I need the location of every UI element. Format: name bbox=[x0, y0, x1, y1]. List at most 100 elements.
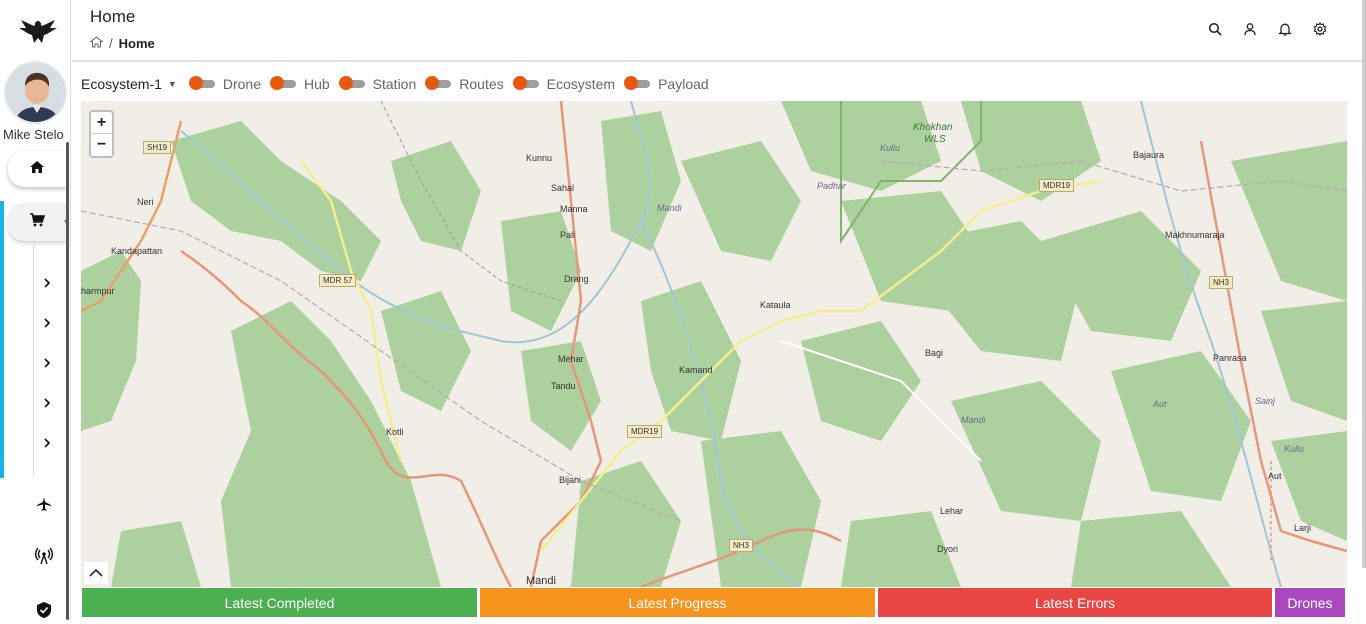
antenna-icon bbox=[35, 547, 53, 570]
scroll-up-button[interactable] bbox=[84, 562, 108, 584]
top-header: Home / Home bbox=[72, 0, 1362, 62]
map-label: Makhnumaraja bbox=[1165, 230, 1225, 240]
map-label: Mandi bbox=[526, 575, 556, 587]
page-title: Home bbox=[90, 7, 136, 26]
switch[interactable] bbox=[338, 76, 365, 90]
map-label: Neri bbox=[137, 197, 154, 207]
map-label: Sahal bbox=[551, 183, 575, 193]
map-label: Mandi bbox=[657, 203, 682, 213]
sidebar-scrollbar[interactable] bbox=[66, 142, 69, 620]
toggle-label: Payload bbox=[658, 76, 709, 92]
chevron-right-icon bbox=[43, 275, 51, 293]
ecosystem-select-value: Ecosystem-1 bbox=[81, 76, 162, 92]
switch[interactable] bbox=[188, 76, 215, 90]
map-label: Dyori bbox=[937, 544, 959, 554]
zoom-control: + − bbox=[89, 110, 114, 158]
map-label: Aut bbox=[1153, 399, 1167, 409]
submenu-item-3[interactable] bbox=[40, 357, 54, 371]
nav-network-button[interactable] bbox=[34, 547, 54, 570]
map-label: Larji bbox=[1294, 523, 1312, 533]
user-icon[interactable] bbox=[1242, 21, 1258, 37]
toggle-drone[interactable]: Drone bbox=[188, 76, 261, 92]
zoom-out-button[interactable]: − bbox=[91, 134, 112, 156]
map-label: Drang bbox=[564, 274, 589, 284]
ecosystem-select[interactable]: Ecosystem-1 ▼ bbox=[81, 76, 177, 92]
home-outline-icon[interactable] bbox=[89, 36, 104, 51]
map-label: Kunnu bbox=[526, 153, 553, 163]
submenu-item-4[interactable] bbox=[40, 397, 54, 411]
map-label: Tandu bbox=[551, 381, 576, 391]
active-menu-indicator bbox=[0, 201, 4, 478]
drones-tab[interactable]: Drones bbox=[1275, 588, 1345, 617]
latest-progress-tab[interactable]: Latest Progress bbox=[480, 588, 875, 617]
switch[interactable] bbox=[624, 76, 651, 90]
latest-completed-tab[interactable]: Latest Completed bbox=[82, 588, 477, 617]
map-label: Sainj bbox=[1255, 396, 1276, 406]
nav-home-button[interactable] bbox=[8, 151, 66, 187]
user-name: Mike Stelo bbox=[3, 127, 64, 142]
map-tiles bbox=[81, 101, 1347, 587]
gear-icon[interactable] bbox=[1312, 21, 1328, 37]
toggle-label: Station bbox=[372, 76, 417, 92]
toggle-label: Hub bbox=[303, 76, 330, 92]
chevron-up-icon bbox=[89, 564, 103, 582]
road-shield: MDR19 bbox=[627, 425, 663, 438]
road-shield: MDR19 bbox=[1039, 179, 1075, 192]
chevron-right-icon bbox=[43, 395, 51, 413]
map-label: Kullu bbox=[1284, 444, 1305, 454]
road-shield: NH3 bbox=[1209, 276, 1234, 289]
home-icon bbox=[29, 160, 45, 179]
avatar[interactable] bbox=[4, 61, 67, 124]
bell-icon[interactable] bbox=[1277, 21, 1293, 37]
toggle-label: Drone bbox=[222, 76, 261, 92]
toggle-station[interactable]: Station bbox=[338, 76, 417, 92]
switch[interactable] bbox=[425, 76, 452, 90]
chevron-right-icon bbox=[43, 435, 51, 453]
toggle-payload[interactable]: Payload bbox=[624, 76, 709, 92]
search-icon[interactable] bbox=[1207, 21, 1223, 37]
nav-flights-button[interactable] bbox=[34, 496, 54, 516]
chevron-right-icon bbox=[43, 355, 51, 373]
chevron-right-icon bbox=[43, 315, 51, 333]
map-label: harmpur bbox=[81, 286, 115, 296]
switch[interactable] bbox=[512, 76, 539, 90]
switch[interactable] bbox=[269, 76, 296, 90]
toggle-label: Routes bbox=[459, 76, 504, 92]
submenu-item-1[interactable] bbox=[40, 277, 54, 291]
map-label: Padhar bbox=[817, 181, 847, 191]
toggle-label: Ecosystem bbox=[546, 76, 616, 92]
submenu-item-5[interactable] bbox=[40, 437, 54, 451]
breadcrumb: / Home bbox=[89, 36, 155, 51]
page-scrollbar[interactable] bbox=[1362, 0, 1366, 568]
map-label: Aut bbox=[1268, 471, 1282, 481]
map-label: Kataula bbox=[760, 300, 791, 310]
nav-orders-button[interactable]: ▾ bbox=[8, 203, 68, 241]
map-label: Bagi bbox=[925, 348, 944, 358]
map-label: Bajaura bbox=[1133, 150, 1165, 160]
map-label: Panrasa bbox=[1213, 353, 1247, 363]
map-label: Mehar bbox=[558, 354, 584, 364]
zoom-in-button[interactable]: + bbox=[91, 112, 112, 134]
road-shield: SH19 bbox=[143, 141, 172, 154]
map-canvas[interactable]: Kunnu Sahal Manna Pali Drang Mehar Tandu… bbox=[81, 101, 1347, 587]
airplane-icon bbox=[36, 496, 52, 517]
eagle-logo-icon bbox=[17, 16, 59, 46]
map-label: Kullu bbox=[880, 143, 901, 153]
breadcrumb-current: Home bbox=[118, 36, 155, 51]
map-label: Kandapattan bbox=[111, 246, 163, 256]
toggle-ecosystem[interactable]: Ecosystem bbox=[512, 76, 616, 92]
nav-security-button[interactable] bbox=[34, 601, 54, 622]
map-label: WLS bbox=[924, 134, 946, 145]
layer-toolbar: Ecosystem-1 ▼ Drone Hub Station Routes E… bbox=[81, 72, 718, 96]
sidebar: Mike Stelo ▾ bbox=[0, 0, 71, 620]
submenu-divider bbox=[33, 244, 34, 476]
map-label: Manna bbox=[560, 204, 588, 214]
toggle-routes[interactable]: Routes bbox=[425, 76, 504, 92]
breadcrumb-separator: / bbox=[109, 36, 113, 51]
cart-icon bbox=[29, 212, 46, 232]
toggle-hub[interactable]: Hub bbox=[269, 76, 330, 92]
map-label: Lehar bbox=[940, 506, 964, 516]
latest-errors-tab[interactable]: Latest Errors bbox=[878, 588, 1272, 617]
submenu-item-2[interactable] bbox=[40, 317, 54, 331]
map-label: Kamand bbox=[679, 365, 713, 375]
